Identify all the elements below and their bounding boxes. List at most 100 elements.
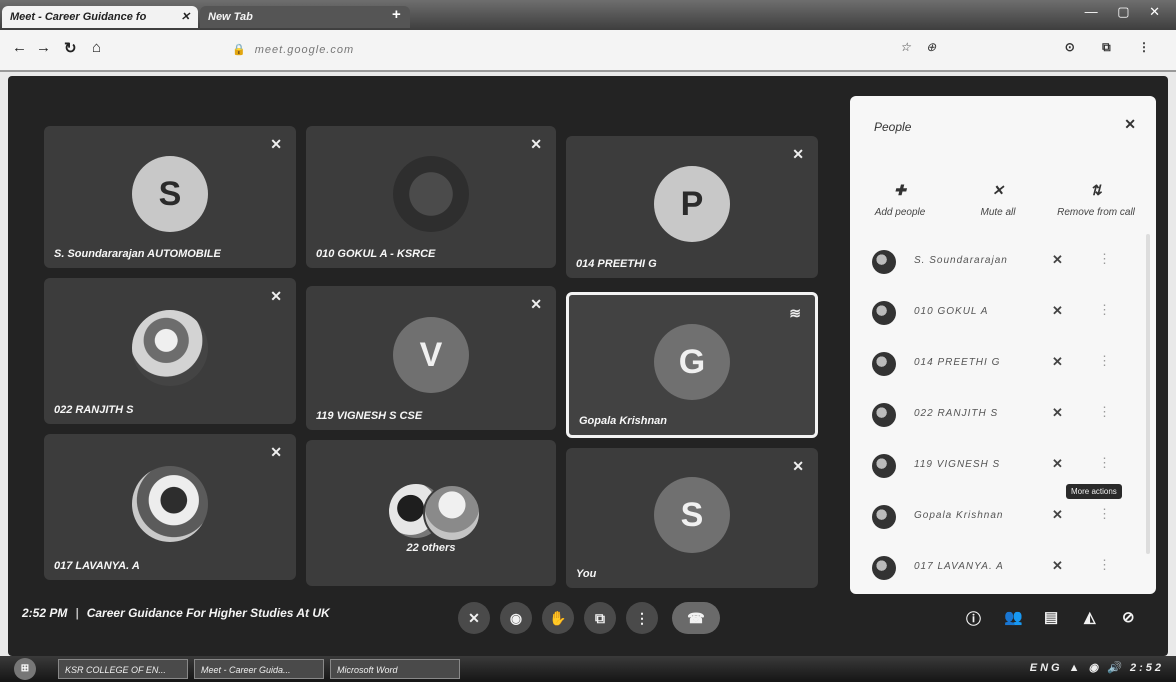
people-icon[interactable]: 👥 — [1004, 608, 1023, 626]
others-count: 22 others — [406, 542, 456, 554]
meeting-title: Career Guidance For Higher Studies At UK — [86, 606, 330, 620]
more-options-icon[interactable]: ⋮ — [1098, 506, 1111, 522]
info-icon[interactable]: ⓘ — [966, 608, 981, 629]
mic-off-icon[interactable]: ✕ — [1052, 252, 1063, 268]
more-options-icon[interactable]: ⋮ — [1098, 251, 1111, 267]
more-options-icon[interactable]: ⋮ — [1098, 302, 1111, 318]
people-panel: People ✕ ✚ Add people ✕ Mute all ⇅ Remov… — [850, 96, 1156, 594]
mic-toggle-button[interactable]: ✕ — [458, 602, 490, 634]
extension-icons[interactable]: ⊙ ⧉ ⋮ — [1065, 40, 1162, 55]
participant-tile[interactable]: ✕ 022 RANJITH S — [44, 278, 296, 424]
mic-off-icon[interactable]: ✕ — [1052, 303, 1063, 319]
separator: | — [75, 606, 79, 620]
mic-off-icon[interactable]: ✕ — [1052, 405, 1063, 421]
start-button[interactable]: ⊞ — [14, 658, 36, 680]
mic-off-icon: ✕ — [270, 136, 282, 152]
activities-icon[interactable]: ◭ — [1084, 608, 1096, 626]
add-people-button[interactable]: ✚ Add people — [852, 182, 948, 218]
others-tile[interactable]: 22 others — [306, 440, 556, 586]
meet-stage: ✕ S S. Soundararajan AUTOMOBILE ✕ 010 GO… — [8, 76, 1168, 656]
tab-meet[interactable]: Meet - Career Guidance fo ✕ — [2, 6, 198, 28]
participant-tile[interactable]: ✕ P 014 PREETHI G — [566, 136, 818, 278]
avatar: P — [654, 166, 730, 243]
panel-title: People — [874, 120, 912, 134]
more-options-button[interactable]: ⋮ — [626, 602, 658, 634]
more-options-icon[interactable]: ⋮ — [1098, 404, 1111, 420]
window-controls[interactable]: — ▢ ✕ — [1085, 4, 1168, 20]
mic-off-icon: ✕ — [530, 136, 542, 152]
taskbar-item[interactable]: Meet - Career Guida... — [194, 659, 324, 679]
avatar-logo-image — [393, 156, 469, 233]
more-options-icon[interactable]: ⋮ — [1098, 455, 1111, 471]
forward-icon[interactable]: → — [36, 39, 51, 56]
mic-off-icon[interactable]: ✕ — [1052, 456, 1063, 472]
participant-name: 017 LAVANYA. A — [914, 561, 1004, 572]
participant-name: You — [576, 568, 597, 580]
more-actions-tooltip: More actions — [1066, 484, 1122, 499]
mute-all-button[interactable]: ✕ Mute all — [950, 182, 1046, 218]
participant-row[interactable]: Gopala Krishnan ✕ ⋮ — [872, 503, 1142, 531]
avatar-photo — [132, 310, 208, 387]
mic-off-icon[interactable]: ✕ — [1052, 507, 1063, 523]
participant-tile[interactable]: ✕ V 119 VIGNESH S CSE — [306, 286, 556, 430]
back-icon[interactable]: ← — [12, 39, 27, 56]
more-options-icon[interactable]: ⋮ — [1098, 557, 1111, 573]
mic-off-icon[interactable]: ✕ — [1052, 354, 1063, 370]
mute-icon: ✕ — [992, 182, 1004, 198]
others-avatars — [381, 483, 481, 542]
participant-row[interactable]: S. Soundararajan ✕ ⋮ — [872, 248, 1142, 276]
address-bar: ← → ↻ ⌂ 🔒 meet.google.com ☆ ⊕ ⊙ ⧉ ⋮ — [0, 30, 1176, 72]
remove-icon: ⇅ — [1090, 182, 1102, 198]
add-person-icon: ✚ — [894, 182, 906, 198]
participant-tile[interactable]: ✕ 010 GOKUL A - KSRCE — [306, 126, 556, 268]
participant-row[interactable]: 022 RANJITH S ✕ ⋮ — [872, 401, 1142, 429]
avatar — [872, 403, 896, 427]
tab-label: New Tab — [208, 11, 253, 23]
reload-icon[interactable]: ↻ — [64, 39, 77, 57]
participant-tile[interactable]: ✕ 017 LAVANYA. A — [44, 434, 296, 580]
end-call-button[interactable]: ☎ — [672, 602, 720, 634]
new-tab-button[interactable]: + — [392, 6, 401, 23]
avatar-photo — [423, 483, 481, 542]
tab-new-tab[interactable]: New Tab — [200, 6, 410, 28]
panel-scrollbar[interactable] — [1146, 234, 1150, 554]
participant-row[interactable]: 017 LAVANYA. A ✕ ⋮ — [872, 554, 1142, 582]
avatar — [872, 454, 896, 478]
close-panel-icon[interactable]: ✕ — [1124, 116, 1136, 133]
participant-name: 022 RANJITH S — [54, 404, 134, 416]
participant-row[interactable]: 014 PREETHI G ✕ ⋮ — [872, 350, 1142, 378]
present-button[interactable]: ⧉ — [584, 602, 616, 634]
avatar: G — [654, 324, 730, 401]
zoom-star-icons[interactable]: ☆ ⊕ — [900, 40, 942, 54]
mic-off-icon: ✕ — [270, 444, 282, 460]
avatar-photo — [132, 466, 208, 543]
remove-button[interactable]: ⇅ Remove from call — [1048, 182, 1144, 218]
taskbar-item[interactable]: KSR COLLEGE OF EN... — [58, 659, 188, 679]
taskbar-item[interactable]: Microsoft Word — [330, 659, 460, 679]
avatar: S — [132, 156, 208, 233]
camera-toggle-button[interactable]: ◉ — [500, 602, 532, 634]
mic-off-icon: ✕ — [792, 146, 804, 162]
action-label: Mute all — [980, 207, 1016, 218]
more-options-icon[interactable]: ⋮ — [1098, 353, 1111, 369]
participant-name: 010 GOKUL A — [914, 306, 989, 317]
participant-row[interactable]: 119 VIGNESH S ✕ ⋮ — [872, 452, 1142, 480]
os-taskbar: ⊞ KSR COLLEGE OF EN... Meet - Career Gui… — [0, 656, 1176, 682]
participant-tile-speaking[interactable]: ≋ G Gopala Krishnan — [566, 292, 818, 438]
avatar — [872, 556, 896, 580]
host-controls-icon[interactable]: ⊘ — [1122, 608, 1135, 626]
meeting-info: 2:52 PM | Career Guidance For Higher Studi… — [22, 606, 330, 620]
participant-name: 119 VIGNESH S CSE — [316, 410, 423, 422]
self-tile[interactable]: ✕ S You — [566, 448, 818, 588]
system-tray[interactable]: ENG ▲ ◉ 🔊 2:52 — [1030, 661, 1164, 674]
participant-name: S. Soundararajan AUTOMOBILE — [54, 248, 221, 260]
chat-icon[interactable]: ▤ — [1044, 608, 1058, 626]
lock-icon: 🔒 — [232, 44, 246, 56]
raise-hand-button[interactable]: ✋ — [542, 602, 574, 634]
participant-tile[interactable]: ✕ S S. Soundararajan AUTOMOBILE — [44, 126, 296, 268]
participant-row[interactable]: 010 GOKUL A ✕ ⋮ — [872, 299, 1142, 327]
close-tab-icon[interactable]: ✕ — [181, 6, 190, 28]
home-icon[interactable]: ⌂ — [92, 39, 101, 56]
mic-off-icon[interactable]: ✕ — [1052, 558, 1063, 574]
url-field[interactable]: 🔒 meet.google.com — [232, 40, 872, 60]
